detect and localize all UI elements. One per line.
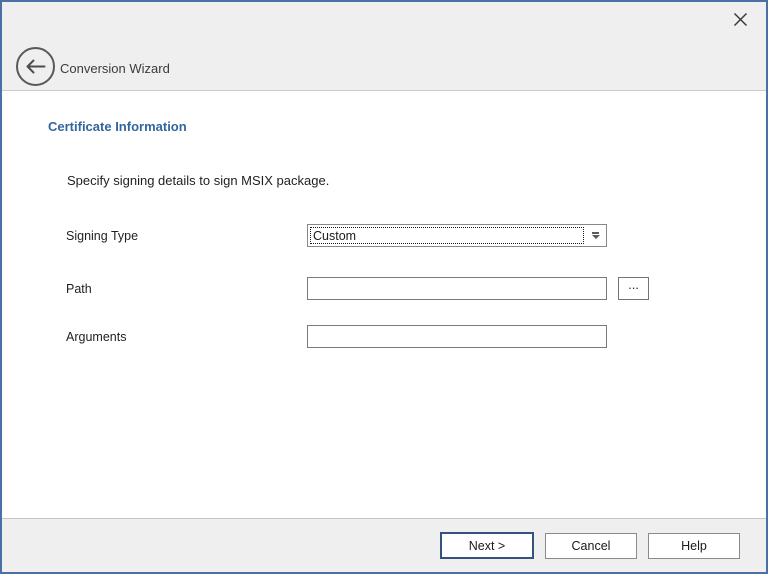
dropdown-arrow-icon: [585, 226, 606, 245]
signing-type-label: Signing Type: [66, 229, 307, 243]
next-button[interactable]: Next >: [440, 532, 534, 559]
back-button[interactable]: [16, 47, 55, 86]
arguments-input[interactable]: [307, 325, 607, 348]
conversion-wizard-window: Conversion Wizard Certificate Informatio…: [0, 0, 768, 574]
signing-type-combobox[interactable]: Custom: [307, 224, 607, 247]
page-description: Specify signing details to sign MSIX pac…: [67, 173, 329, 188]
wizard-page-content: Certificate Information Specify signing …: [2, 91, 766, 518]
wizard-title: Conversion Wizard: [60, 61, 170, 76]
wizard-header: Conversion Wizard: [2, 2, 766, 91]
close-icon: [733, 12, 748, 27]
signing-type-row: Signing Type Custom: [66, 224, 607, 247]
signing-type-selected-value: Custom: [308, 229, 356, 243]
path-label: Path: [66, 282, 307, 296]
cancel-button[interactable]: Cancel: [545, 533, 637, 559]
path-input[interactable]: [307, 277, 607, 300]
close-button[interactable]: [728, 7, 752, 31]
arguments-row: Arguments: [66, 325, 607, 348]
wizard-footer: Next > Cancel Help: [2, 518, 766, 572]
arguments-label: Arguments: [66, 330, 307, 344]
help-button[interactable]: Help: [648, 533, 740, 559]
path-row: Path ...: [66, 277, 649, 300]
back-arrow-icon: [25, 59, 46, 74]
page-title: Certificate Information: [48, 119, 187, 134]
browse-button[interactable]: ...: [618, 277, 649, 300]
